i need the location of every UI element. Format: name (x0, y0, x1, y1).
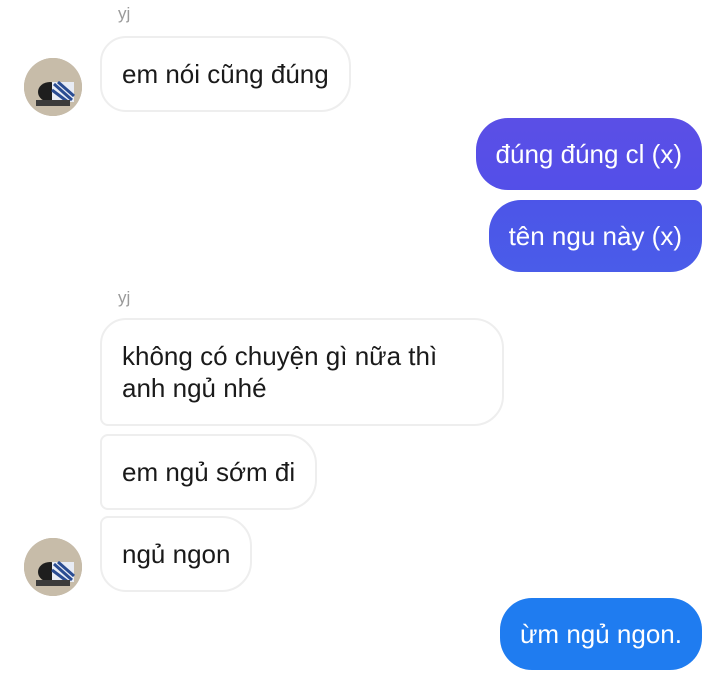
message-text: ừm ngủ ngon. (520, 619, 682, 649)
message-text: ngủ ngon (122, 539, 231, 569)
avatar[interactable] (24, 538, 82, 596)
outgoing-message[interactable]: tên ngu này (x) (488, 200, 702, 272)
message-text: đúng đúng cl (x) (495, 139, 682, 169)
sender-name: yj (118, 288, 131, 307)
message-text: tên ngu này (x) (508, 221, 682, 251)
message-text: em nói cũng đúng (122, 59, 329, 89)
incoming-message[interactable]: ngủ ngon (100, 516, 253, 592)
message-text-line: anh ngủ nhé (122, 373, 267, 403)
message-text: em ngủ sớm đi (122, 457, 296, 487)
avatar[interactable] (24, 58, 82, 116)
outgoing-message[interactable]: đúng đúng cl (x) (475, 118, 702, 190)
sender-name: yj (118, 4, 131, 23)
outgoing-message[interactable]: ừm ngủ ngon. (500, 598, 702, 670)
user-avatar-icon (24, 58, 82, 116)
message-text-line: không có chuyện gì nữa thì (122, 341, 438, 371)
incoming-message[interactable]: em nói cũng đúng (100, 36, 351, 112)
user-avatar-icon (24, 538, 82, 596)
incoming-message[interactable]: không có chuyện gì nữa thì anh ngủ nhé (100, 318, 504, 426)
incoming-message[interactable]: em ngủ sớm đi (100, 434, 318, 510)
